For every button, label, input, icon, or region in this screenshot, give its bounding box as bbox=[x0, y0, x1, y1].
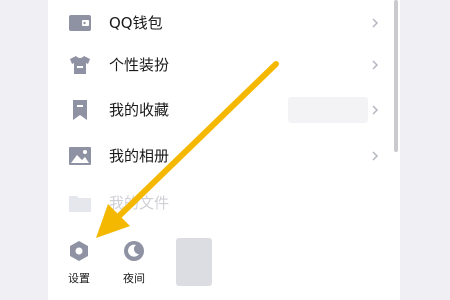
wallet-icon bbox=[68, 12, 92, 34]
menu-item-my-album[interactable]: 我的相册 bbox=[48, 133, 400, 179]
bookmark-icon bbox=[68, 99, 92, 121]
chevron-right-icon bbox=[370, 101, 380, 119]
gear-icon bbox=[68, 240, 90, 262]
settings-label: 设置 bbox=[68, 272, 90, 285]
menu-item-label: 个性装扮 bbox=[109, 56, 170, 74]
moon-icon bbox=[123, 240, 145, 262]
side-drawer: QQ钱包 个性装扮 我的收藏 我的相册 我的文件 设置 夜间 bbox=[48, 0, 400, 300]
menu-item-label: 我的收藏 bbox=[109, 101, 170, 119]
menu-item-my-files[interactable]: 我的文件 bbox=[48, 180, 400, 226]
chevron-right-icon bbox=[370, 56, 380, 74]
settings-button[interactable]: 设置 bbox=[68, 240, 90, 286]
menu-item-qq-wallet[interactable]: QQ钱包 bbox=[48, 0, 400, 46]
blurred-bottom-item bbox=[176, 238, 212, 286]
night-label: 夜间 bbox=[123, 272, 145, 285]
menu-item-personal-decoration[interactable]: 个性装扮 bbox=[48, 42, 400, 88]
photo-icon bbox=[68, 145, 92, 167]
chevron-right-icon bbox=[370, 147, 380, 165]
menu-item-label: QQ钱包 bbox=[109, 14, 163, 32]
chevron-right-icon bbox=[370, 14, 380, 32]
menu-item-label: 我的相册 bbox=[109, 147, 170, 165]
blurred-badge bbox=[288, 97, 368, 123]
tshirt-icon bbox=[68, 54, 92, 76]
folder-icon bbox=[68, 192, 92, 214]
menu-item-label: 我的文件 bbox=[109, 194, 170, 212]
scrollbar[interactable] bbox=[394, 0, 398, 152]
night-mode-button[interactable]: 夜间 bbox=[123, 240, 145, 286]
menu-item-my-favorites[interactable]: 我的收藏 bbox=[48, 87, 400, 133]
